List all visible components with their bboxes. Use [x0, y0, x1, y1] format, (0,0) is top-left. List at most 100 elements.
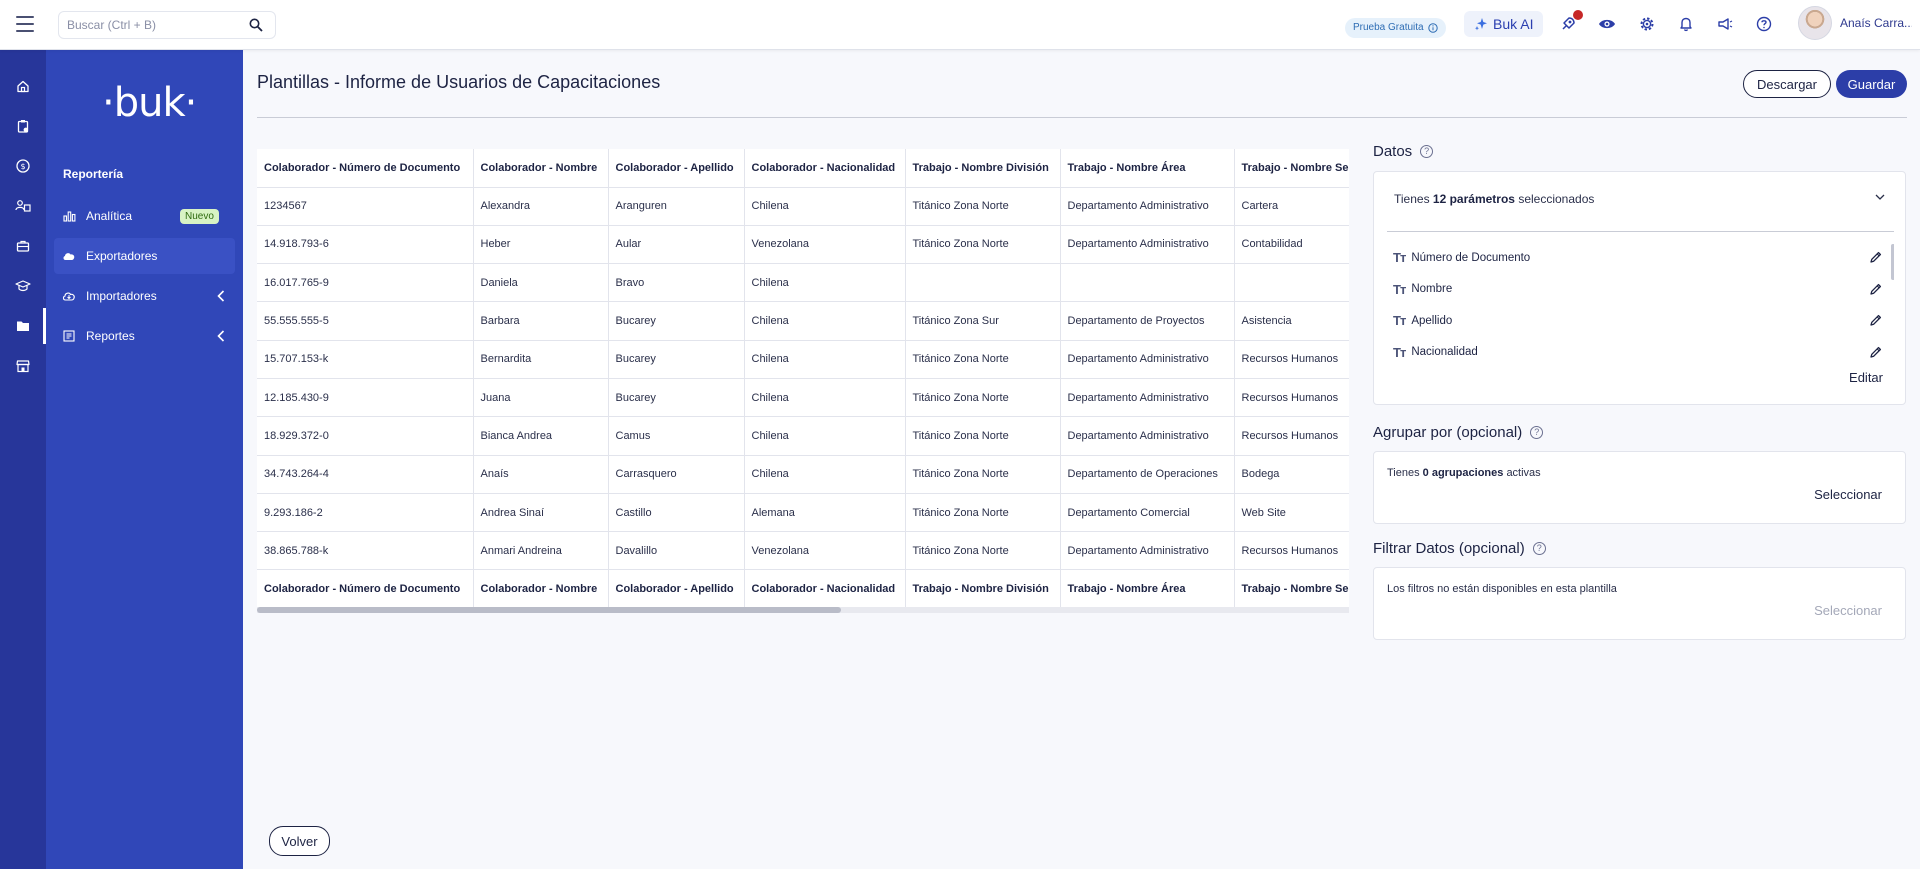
table-cell: 9.293.186-2 [257, 493, 474, 533]
money-icon[interactable]: $ [0, 148, 46, 184]
notification-dot [1573, 10, 1583, 20]
agrupar-select-button[interactable]: Seleccionar [1814, 487, 1882, 502]
user-name: Anaís Carra... [1840, 16, 1912, 30]
table-cell: Titánico Zona Norte [905, 531, 1061, 571]
sparkle-icon [1475, 18, 1487, 31]
table-row: 16.017.765-9 Daniela Bravo Chilena [257, 263, 1349, 303]
info-icon [1427, 23, 1438, 33]
table-cell: Departamento Administrativo [1060, 340, 1235, 379]
table-row: 14.918.793-6 Heber Aular Venezolana Titánico… [257, 225, 1349, 265]
table-cell: Asistencia [1234, 301, 1349, 341]
sidebar-item-exportadores[interactable]: Exportadores [54, 238, 235, 274]
table-cell: Titánico Zona Norte [905, 225, 1061, 265]
agrupar-count: 0 agrupaciones [1422, 467, 1504, 479]
menu-icon[interactable] [16, 16, 34, 32]
param-item: Tт Nombre [1387, 274, 1894, 306]
bell-icon[interactable] [1676, 14, 1696, 34]
pencil-icon[interactable] [1869, 346, 1882, 359]
trial-badge[interactable]: Prueba Gratuita [1345, 18, 1446, 38]
pencil-icon[interactable] [1869, 251, 1882, 264]
top-bar: Prueba Gratuita Buk AI Anaís Carra... [0, 0, 1920, 50]
table-cell: Bianca Andrea [473, 416, 609, 456]
table-cell: Carrasquero [608, 455, 745, 494]
download-button[interactable]: Descargar [1743, 70, 1831, 98]
agrupar-card: Tienes 0 agrupaciones activas Selecciona… [1373, 451, 1906, 524]
search-icon[interactable] [249, 18, 263, 32]
table-header-row: Colaborador - Número de Documento Colabor… [257, 149, 1349, 188]
table-cell: 18.929.372-0 [257, 416, 474, 456]
table-cell: Web Site [1234, 493, 1349, 533]
table-cell [1060, 263, 1235, 303]
eye-icon[interactable] [1597, 14, 1617, 34]
megaphone-icon[interactable] [1715, 14, 1735, 34]
help-icon[interactable]: ? [1532, 542, 1546, 555]
sidebar-item-reportes[interactable]: Reportes [54, 318, 235, 354]
table-cell: Anmari Andreina [473, 531, 609, 571]
param-item: Tт Apellido [1387, 305, 1894, 337]
sidebar-item-importadores[interactable]: Importadores [54, 278, 235, 314]
home-icon[interactable] [0, 68, 46, 104]
pencil-icon[interactable] [1869, 283, 1882, 296]
page-title: Plantillas - Informe de Usuarios de Capa… [257, 72, 661, 92]
table-cell: Chilena [744, 378, 906, 418]
table-row: 9.293.186-2 Andrea Sinaí Castillo Alemana Ti… [257, 493, 1349, 533]
table-cell: Titánico Zona Norte [905, 455, 1061, 494]
help-icon[interactable] [1754, 14, 1774, 34]
text-type-icon: Tт [1393, 344, 1406, 360]
agrupar-heading: Agrupar por (opcional) ? [1373, 424, 1544, 441]
column-header: Colaborador - Apellido [608, 569, 745, 607]
briefcase-icon[interactable] [0, 228, 46, 264]
table-cell: 1234567 [257, 187, 474, 226]
user-menu[interactable]: Anaís Carra... [1798, 6, 1912, 40]
sidebar: ·buk· Reportería Analítica Nuevo Exporta… [46, 50, 243, 869]
clipboard-icon[interactable] [0, 108, 46, 144]
table-cell: Davalillo [608, 531, 745, 571]
agrupar-prefix: Tienes [1387, 467, 1420, 479]
rocket-icon[interactable] [1558, 10, 1583, 34]
people-icon[interactable] [0, 188, 46, 224]
gear-icon[interactable] [1637, 14, 1657, 34]
summary-suffix: seleccionados [1518, 192, 1595, 206]
table-cell: Titánico Zona Sur [905, 301, 1061, 341]
folder-icon[interactable] [0, 308, 46, 344]
datos-title: Datos [1373, 143, 1413, 160]
agrupar-title: Agrupar por (opcional) [1373, 424, 1523, 441]
column-header: Trabajo - Nombre Sección [1234, 569, 1349, 607]
table-body: 1234567 Alexandra Aranguren Chilena Titánico… [257, 187, 1349, 571]
buk-ai-button[interactable]: Buk AI [1464, 11, 1544, 37]
table-cell: Chilena [744, 301, 906, 341]
preview-table-container[interactable]: Colaborador - Número de Documento Colabor… [257, 149, 1349, 607]
table-row: 1234567 Alexandra Aranguren Chilena Titánico… [257, 187, 1349, 226]
table-cell: Titánico Zona Norte [905, 378, 1061, 418]
search-box [58, 11, 276, 39]
store-icon[interactable] [0, 348, 46, 384]
save-button[interactable]: Guardar [1836, 70, 1907, 98]
table-cell: Bravo [608, 263, 745, 303]
graduation-cap-icon[interactable] [0, 268, 46, 304]
scrollbar-thumb[interactable] [257, 607, 841, 613]
table-cell: Bucarey [608, 340, 745, 379]
table-cell: Departamento Administrativo [1060, 531, 1235, 571]
help-icon[interactable]: ? [1420, 145, 1434, 158]
edit-button[interactable]: Editar [1849, 370, 1883, 385]
params-list[interactable]: Tт Número de Documento Tт Nombre Tт Apellido T… [1387, 242, 1894, 362]
params-summary[interactable]: Tienes 12 parámetros seleccionados [1394, 192, 1594, 206]
help-icon[interactable]: ? [1530, 426, 1544, 439]
search-input[interactable] [59, 12, 239, 38]
params-scrollbar[interactable] [1891, 244, 1894, 280]
text-type-icon: Tт [1393, 281, 1406, 297]
table-row: 12.185.430-9 Juana Bucarey Chilena Titánico … [257, 378, 1349, 418]
cloud-download-icon [62, 289, 76, 303]
table-cell: 55.555.555-5 [257, 301, 474, 341]
table-cell: Titánico Zona Norte [905, 416, 1061, 456]
table-cell: Bucarey [608, 378, 745, 418]
table-cell: 16.017.765-9 [257, 263, 474, 303]
param-label: Nacionalidad [1411, 346, 1478, 359]
pencil-icon[interactable] [1869, 314, 1882, 327]
chevron-down-icon[interactable] [1875, 194, 1885, 201]
column-header: Colaborador - Nombre [473, 569, 609, 607]
back-button[interactable]: Volver [269, 826, 330, 856]
horizontal-scrollbar[interactable] [257, 607, 1349, 613]
report-icon [62, 329, 76, 343]
sidebar-item-analitica[interactable]: Analítica Nuevo [54, 198, 235, 234]
